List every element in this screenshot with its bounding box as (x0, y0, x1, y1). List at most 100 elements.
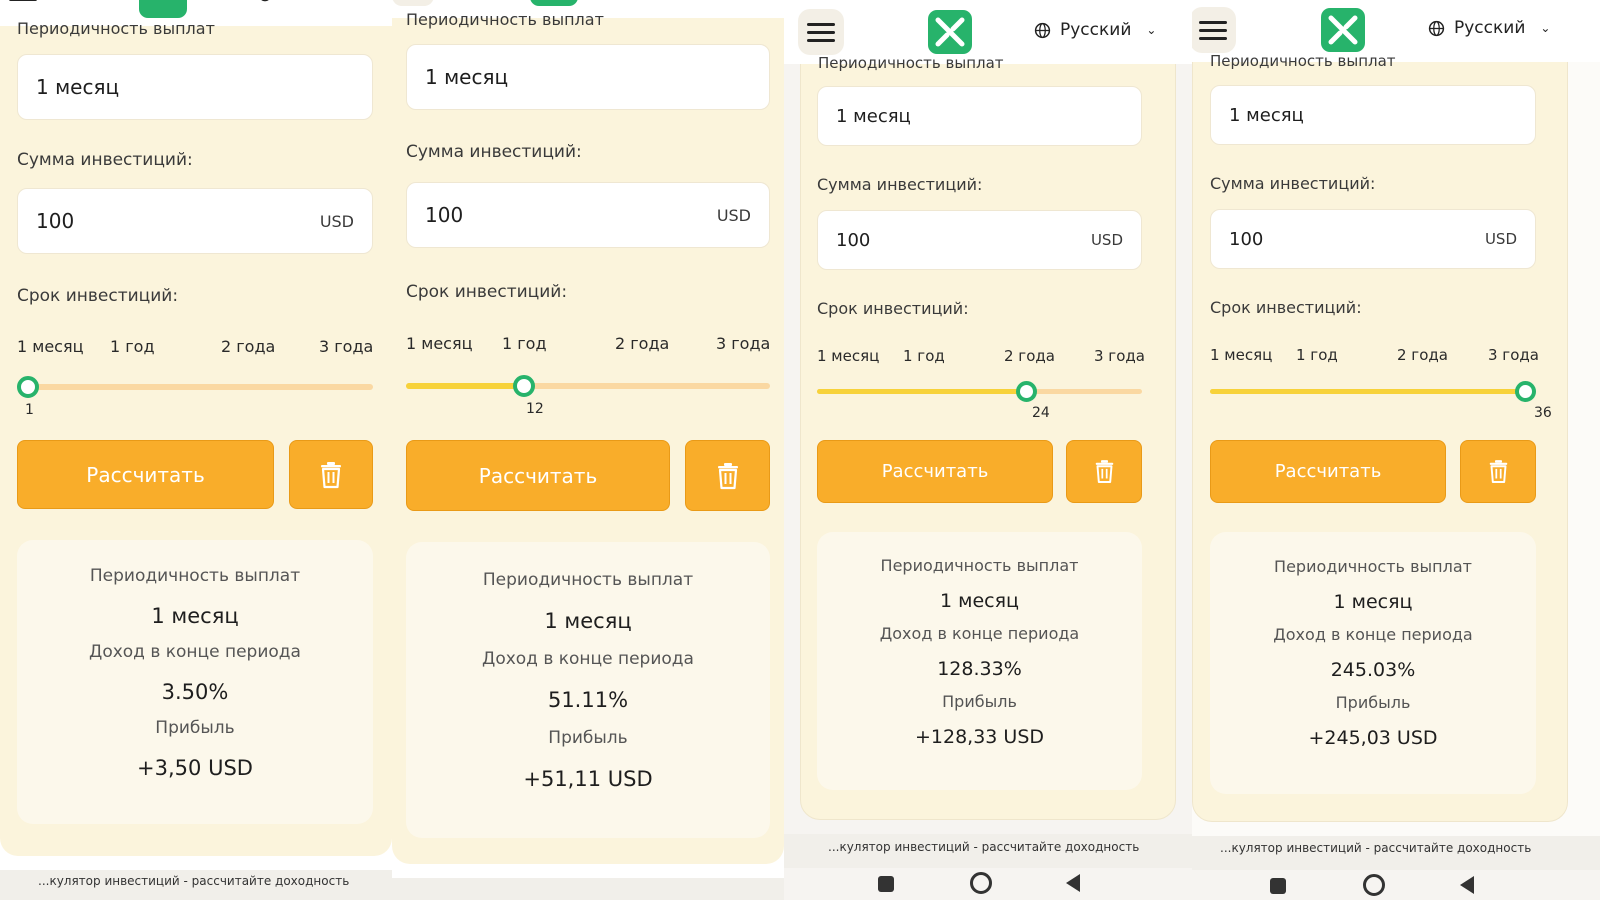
tick-label: 2 года (1004, 347, 1055, 365)
term-slider[interactable] (817, 389, 1142, 394)
trash-icon (1489, 460, 1507, 483)
trash-icon (321, 461, 341, 488)
home-icon[interactable] (1363, 874, 1385, 896)
payout-frequency-value: 1 месяц (836, 105, 911, 127)
amount-input[interactable]: 100 USD (1210, 209, 1536, 269)
home-icon[interactable] (970, 872, 992, 894)
language-selector[interactable] (258, 0, 281, 2)
tick-label: 1 месяц (817, 347, 880, 365)
slider-thumb[interactable] (1515, 381, 1536, 402)
result-profit-label: Прибыль (1335, 693, 1411, 712)
term-label: Срок инвестиций: (817, 299, 969, 318)
tick-label: 1 месяц (1210, 346, 1273, 364)
menu-button[interactable] (4, 0, 42, 12)
amount-label: Сумма инвестиций: (817, 175, 983, 194)
page-footer: ...кулятор инвестиций - рассчитайте дохо… (784, 834, 1192, 868)
result-card: Периодичность выплат 1 месяц Доход в кон… (17, 540, 373, 824)
tick-label: 2 года (615, 334, 670, 353)
result-card: Периодичность выплат 1 месяц Доход в кон… (1210, 532, 1536, 794)
tick-label: 3 года (1094, 347, 1145, 365)
result-payout-value: 1 месяц (151, 604, 239, 628)
amount-value: 100 (425, 203, 464, 227)
menu-button[interactable] (1192, 7, 1236, 53)
result-payout-label: Периодичность выплат (89, 566, 301, 586)
slider-thumb[interactable] (1016, 381, 1037, 402)
slider-thumb[interactable] (17, 376, 39, 398)
amount-input[interactable]: 100 USD (817, 210, 1142, 270)
result-income-label: Доход в конце периода (879, 624, 1080, 643)
globe-icon (1428, 20, 1445, 36)
amount-label: Сумма инвестиций: (17, 150, 193, 170)
currency-label: USD (1484, 230, 1517, 248)
calculate-button-label: Рассчитать (86, 462, 205, 487)
calculator-screen-4: Русский ⌄ Периодичность выплат 1 месяц С… (1192, 0, 1600, 900)
recent-apps-icon[interactable] (878, 876, 894, 892)
result-income-value: 3.50% (161, 680, 229, 704)
calculate-button[interactable]: Рассчитать (17, 440, 274, 509)
slider-fill (406, 383, 524, 389)
calculate-button[interactable]: Рассчитать (1210, 440, 1446, 503)
brand-logo-icon[interactable] (530, 0, 578, 6)
delete-button[interactable] (685, 440, 770, 511)
calculate-button-label: Рассчитать (1274, 461, 1382, 482)
menu-button[interactable] (392, 0, 434, 6)
amount-value: 100 (1229, 228, 1264, 250)
delete-button[interactable] (1066, 440, 1142, 503)
back-icon[interactable] (1066, 874, 1080, 892)
trash-icon (1095, 460, 1113, 483)
payout-frequency-value: 1 месяц (1229, 104, 1304, 126)
currency-label: USD (716, 205, 751, 225)
term-slider[interactable] (406, 383, 770, 389)
tick-label: 1 год (502, 334, 547, 353)
tick-label: 1 год (1296, 346, 1338, 364)
trash-icon (717, 462, 738, 489)
amount-label: Сумма инвестиций: (1210, 174, 1376, 193)
amount-label: Сумма инвестиций: (406, 142, 582, 162)
payout-frequency-select[interactable]: 1 месяц (17, 54, 373, 120)
term-ticks: 1 месяц 1 год 2 года 3 года (17, 337, 373, 359)
payout-frequency-select[interactable]: 1 месяц (1210, 85, 1536, 145)
language-label: Русский (1060, 20, 1132, 40)
brand-logo-icon[interactable] (139, 0, 187, 18)
delete-button[interactable] (1460, 440, 1536, 503)
tick-label: 1 год (903, 347, 945, 365)
result-payout-label: Периодичность выплат (482, 570, 694, 590)
term-ticks: 1 месяц 1 год 2 года 3 года (817, 347, 1145, 369)
brand-logo-icon[interactable] (1321, 8, 1365, 52)
result-payout-value: 1 месяц (544, 609, 632, 633)
currency-label: USD (1090, 231, 1123, 249)
calculate-button[interactable]: Рассчитать (817, 440, 1053, 503)
term-slider[interactable] (1210, 389, 1536, 394)
menu-button[interactable] (798, 9, 844, 55)
amount-input[interactable]: 100 USD (17, 188, 373, 254)
term-label: Срок инвестиций: (1210, 298, 1362, 317)
calculate-button-label: Рассчитать (881, 461, 989, 482)
payout-frequency-select[interactable]: 1 месяц (406, 44, 770, 110)
result-card: Периодичность выплат 1 месяц Доход в кон… (817, 532, 1142, 790)
slider-thumb[interactable] (513, 375, 535, 397)
language-selector[interactable]: Русский ⌄ (1428, 18, 1550, 38)
result-payout-label: Периодичность выплат (880, 556, 1079, 575)
payout-frequency-label: Периодичность выплат (1210, 52, 1396, 70)
tick-label: 1 месяц (17, 337, 84, 356)
back-icon[interactable] (1460, 876, 1474, 894)
language-selector[interactable]: Русский ⌄ (1034, 20, 1156, 40)
recent-apps-icon[interactable] (1270, 878, 1286, 894)
payout-frequency-select[interactable]: 1 месяц (817, 86, 1142, 146)
slider-value: 36 (1534, 405, 1552, 421)
slider-fill (817, 389, 1027, 394)
amount-input[interactable]: 100 USD (406, 182, 770, 248)
tick-label: 2 года (221, 337, 276, 356)
calculate-button[interactable]: Рассчитать (406, 440, 670, 511)
delete-button[interactable] (289, 440, 373, 509)
currency-label: USD (319, 211, 354, 231)
hamburger-menu-icon (1199, 20, 1227, 24)
tick-label: 3 года (716, 334, 771, 353)
term-slider[interactable] (20, 384, 373, 390)
result-payout-value: 1 месяц (940, 590, 1019, 612)
tick-label: 3 года (1488, 346, 1539, 364)
tick-label: 3 года (319, 337, 374, 356)
payout-frequency-value: 1 месяц (425, 65, 509, 89)
brand-logo-icon[interactable] (928, 10, 972, 54)
tick-label: 1 месяц (406, 334, 473, 353)
